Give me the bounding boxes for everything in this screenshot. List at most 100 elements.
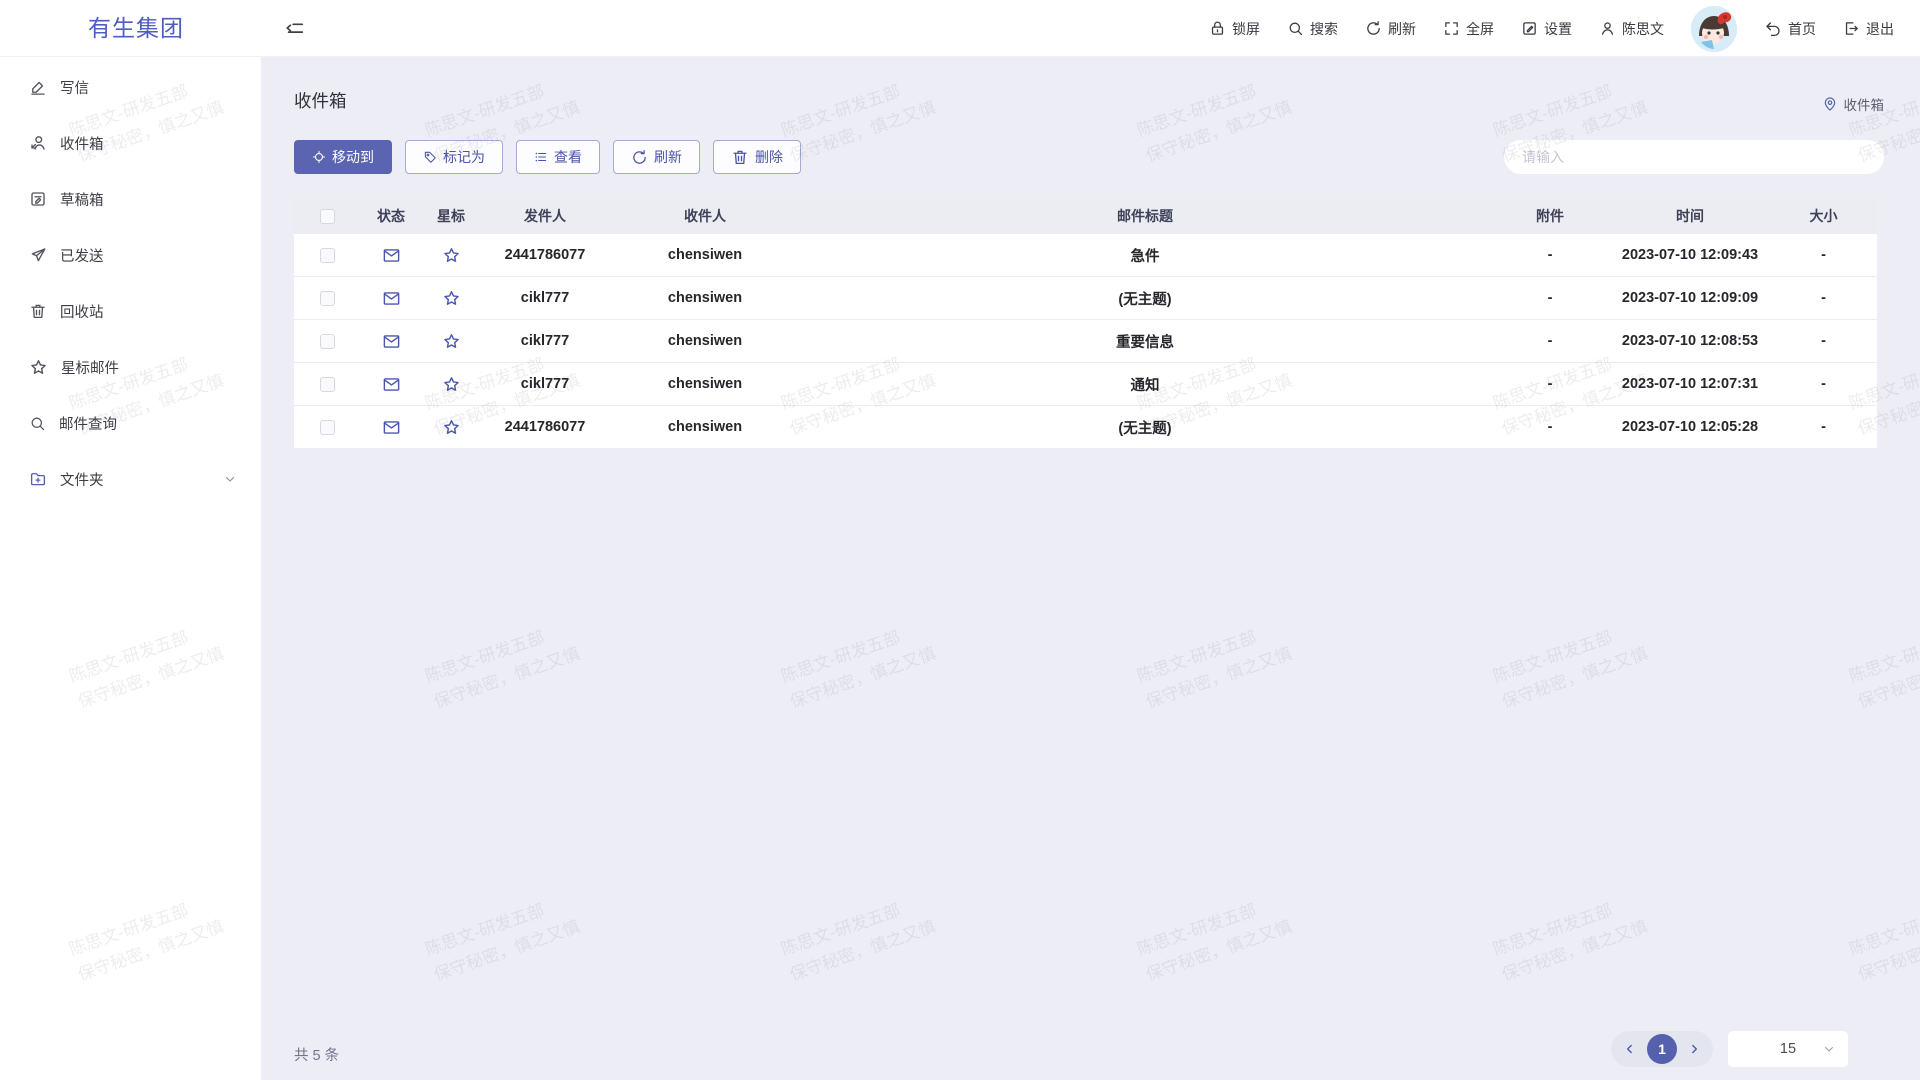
- star-icon: [29, 358, 48, 377]
- table-row[interactable]: cikl777 chensiwen (无主题) - 2023-07-10 12:…: [294, 277, 1877, 320]
- time-cell: 2023-07-10 12:09:43: [1610, 247, 1770, 263]
- header-action-label: 首页: [1788, 19, 1816, 39]
- folder-plus-icon: [29, 470, 47, 488]
- header-action-陈思文[interactable]: 陈思文: [1599, 19, 1664, 39]
- time-cell: 2023-07-10 12:07:31: [1610, 376, 1770, 392]
- select-all-checkbox[interactable]: [320, 209, 335, 224]
- sidebar-item-label: 星标邮件: [61, 357, 119, 378]
- sender-cell: 2441786077: [480, 247, 610, 263]
- trash-icon: [731, 148, 749, 166]
- settings-icon: [1521, 20, 1538, 37]
- user-icon: [1599, 20, 1616, 37]
- star-icon[interactable]: [442, 289, 461, 308]
- recipient-cell: chensiwen: [610, 333, 800, 349]
- sidebar-item-label: 文件夹: [60, 469, 104, 490]
- toolbar-button-查看[interactable]: 查看: [516, 140, 600, 174]
- header-action-label: 退出: [1866, 19, 1894, 39]
- time-cell: 2023-07-10 12:09:09: [1610, 290, 1770, 306]
- sidebar-item-label: 草稿箱: [60, 189, 104, 210]
- table-row[interactable]: 2441786077 chensiwen (无主题) - 2023-07-10 …: [294, 406, 1877, 449]
- fullscreen-icon: [1443, 20, 1460, 37]
- size-cell: -: [1770, 290, 1877, 306]
- table-row[interactable]: cikl777 chensiwen 重要信息 - 2023-07-10 12:0…: [294, 320, 1877, 363]
- toolbar-button-label: 查看: [554, 147, 582, 167]
- attachment-cell: -: [1490, 247, 1610, 263]
- table-row[interactable]: cikl777 chensiwen 通知 - 2023-07-10 12:07:…: [294, 363, 1877, 406]
- user-avatar[interactable]: [1691, 6, 1737, 52]
- refresh-icon: [631, 149, 648, 166]
- sidebar-item-写信[interactable]: 写信: [0, 59, 261, 115]
- col-recipient: 收件人: [610, 206, 800, 226]
- time-cell: 2023-07-10 12:08:53: [1610, 333, 1770, 349]
- send-icon: [29, 246, 47, 264]
- page-size-select[interactable]: 15: [1728, 1031, 1848, 1067]
- header-action-搜索[interactable]: 搜索: [1287, 19, 1338, 39]
- header-actions: 锁屏 搜索 刷新 全屏 设置 陈思文 首页 退出: [1209, 0, 1894, 57]
- col-star: 星标: [422, 206, 480, 226]
- col-size: 大小: [1770, 206, 1877, 226]
- search-input[interactable]: [1504, 140, 1884, 174]
- logout-icon: [1843, 20, 1860, 37]
- envelope-icon: [382, 375, 401, 394]
- header-action-首页[interactable]: 首页: [1764, 19, 1816, 39]
- envelope-icon: [382, 246, 401, 265]
- primary-toolbar-button-移动到[interactable]: 移动到: [294, 140, 392, 174]
- total-count: 共 5 条: [294, 1044, 339, 1065]
- header-action-全屏[interactable]: 全屏: [1443, 19, 1494, 39]
- col-time: 时间: [1610, 206, 1770, 226]
- page-title: 收件箱: [294, 88, 347, 113]
- page-number-1[interactable]: 1: [1647, 1034, 1677, 1064]
- toolbar: 移动到标记为 查看 刷新 删除: [294, 140, 801, 174]
- header-action-退出[interactable]: 退出: [1843, 19, 1894, 39]
- tag-icon: [423, 150, 437, 164]
- attachment-cell: -: [1490, 376, 1610, 392]
- sidebar-item-星标邮件[interactable]: 星标邮件: [0, 339, 261, 395]
- col-attachment: 附件: [1490, 206, 1610, 226]
- chevron-down-icon[interactable]: [223, 472, 237, 486]
- mail-table: 状态 星标 发件人 收件人 邮件标题 附件 时间 大小 2441786077 c…: [294, 198, 1877, 449]
- breadcrumb: 收件箱: [1822, 94, 1885, 114]
- aim-icon: [312, 150, 326, 164]
- row-checkbox[interactable]: [320, 291, 335, 306]
- star-icon[interactable]: [442, 418, 461, 437]
- sidebar-item-回收站[interactable]: 回收站: [0, 283, 261, 339]
- sidebar-item-已发送[interactable]: 已发送: [0, 227, 261, 283]
- recipient-cell: chensiwen: [610, 247, 800, 263]
- menu-fold-icon[interactable]: [284, 17, 306, 39]
- lock-icon: [1209, 20, 1226, 37]
- top-header: 有生集团 锁屏 搜索 刷新 全屏 设置 陈思文 首页 退出: [0, 0, 1920, 57]
- next-page-button[interactable]: [1683, 1038, 1705, 1060]
- header-action-设置[interactable]: 设置: [1521, 19, 1572, 39]
- row-checkbox[interactable]: [320, 377, 335, 392]
- sidebar-item-邮件查询[interactable]: 邮件查询: [0, 395, 261, 451]
- app-logo: 有生集团: [88, 0, 184, 57]
- breadcrumb-label: 收件箱: [1844, 94, 1885, 114]
- header-action-刷新[interactable]: 刷新: [1365, 19, 1416, 39]
- sender-cell: cikl777: [480, 376, 610, 392]
- size-cell: -: [1770, 333, 1877, 349]
- prev-page-button[interactable]: [1619, 1038, 1641, 1060]
- row-checkbox[interactable]: [320, 420, 335, 435]
- table-row[interactable]: 2441786077 chensiwen 急件 - 2023-07-10 12:…: [294, 234, 1877, 277]
- star-icon[interactable]: [442, 332, 461, 351]
- col-status: 状态: [360, 206, 422, 226]
- row-checkbox[interactable]: [320, 248, 335, 263]
- toolbar-button-label: 删除: [755, 147, 783, 167]
- star-icon[interactable]: [442, 246, 461, 265]
- sidebar-item-草稿箱[interactable]: 草稿箱: [0, 171, 261, 227]
- toolbar-button-删除[interactable]: 删除: [713, 140, 801, 174]
- toolbar-button-刷新[interactable]: 刷新: [613, 140, 700, 174]
- sidebar-item-label: 邮件查询: [59, 413, 117, 434]
- row-checkbox[interactable]: [320, 334, 335, 349]
- search-icon: [29, 415, 46, 432]
- star-icon[interactable]: [442, 375, 461, 394]
- draft-icon: [29, 190, 47, 208]
- table-header-row: 状态 星标 发件人 收件人 邮件标题 附件 时间 大小: [294, 198, 1877, 234]
- sidebar-item-文件夹[interactable]: 文件夹: [0, 451, 261, 507]
- time-cell: 2023-07-10 12:05:28: [1610, 419, 1770, 435]
- toolbar-button-label: 刷新: [654, 147, 682, 167]
- sidebar-item-收件箱[interactable]: 收件箱: [0, 115, 261, 171]
- toolbar-button-标记为[interactable]: 标记为: [405, 140, 503, 174]
- header-action-锁屏[interactable]: 锁屏: [1209, 19, 1260, 39]
- location-pin-icon: [1822, 96, 1838, 112]
